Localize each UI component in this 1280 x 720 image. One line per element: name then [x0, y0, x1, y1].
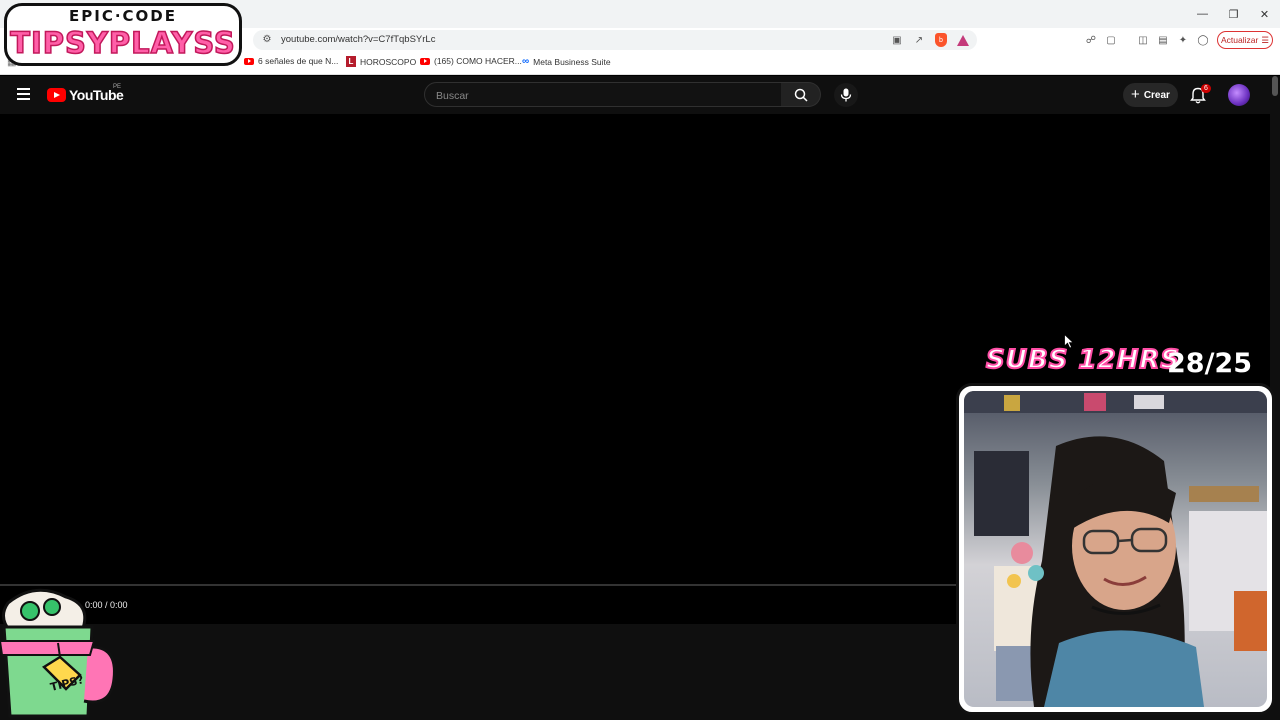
notification-badge: 6: [1201, 84, 1211, 93]
sidebar-icon[interactable]: ◫: [1136, 32, 1150, 48]
bookmark-item[interactable]: (165) COMO HACER...: [420, 56, 522, 66]
brave-rewards-icon[interactable]: [955, 32, 971, 48]
video-progress-bar[interactable]: [0, 584, 960, 586]
extensions-icon[interactable]: ☍: [1084, 32, 1098, 48]
cast-icon[interactable]: ▣: [889, 32, 905, 48]
stream-brand-logo: EPIC·CODE TIPSYPLAYSS: [4, 3, 242, 66]
wallet-icon[interactable]: ▤: [1156, 32, 1170, 48]
bookmark-label: Meta Business Suite: [533, 56, 611, 67]
vpn-icon[interactable]: ◯: [1196, 32, 1210, 48]
bookmark-item[interactable]: L HOROSCOPO: [346, 56, 416, 67]
window-controls: — ❐ ✕: [1187, 0, 1280, 28]
brand-name: TIPSYPLAYSS: [9, 25, 236, 61]
bookmark-label: (165) COMO HACER...: [434, 56, 522, 66]
screenshot-icon[interactable]: ▢: [1104, 32, 1118, 48]
youtube-favicon-icon: [420, 57, 430, 65]
brand-tagline: EPIC·CODE: [69, 7, 177, 25]
update-button[interactable]: Actualizar ☰: [1217, 31, 1273, 49]
search-input[interactable]: [434, 83, 768, 108]
close-icon[interactable]: ✕: [1249, 0, 1280, 28]
bookmark-item[interactable]: 6 señales de que N...: [244, 56, 338, 66]
site-settings-icon[interactable]: ⚙: [261, 34, 273, 46]
plus-icon: +: [1131, 86, 1140, 103]
search-box: [424, 82, 782, 108]
minimize-icon[interactable]: —: [1187, 0, 1218, 28]
subs-goal-label: SUBS 12HRS: [985, 344, 1181, 376]
brave-shields-icon[interactable]: b: [933, 32, 949, 48]
bookmark-item[interactable]: ∞ Meta Business Suite: [522, 56, 611, 67]
bookmark-label: 6 señales de que N...: [258, 56, 339, 66]
create-label: Crear: [1143, 89, 1170, 101]
menu-icon: ☰: [1261, 34, 1269, 45]
voice-search-button[interactable]: [834, 83, 858, 107]
region-code: PE: [113, 84, 122, 90]
microphone-icon: [840, 88, 852, 102]
share-icon[interactable]: ↗: [911, 32, 927, 48]
meta-favicon-icon: ∞: [522, 56, 530, 67]
youtube-logo[interactable]: YouTube: [47, 87, 124, 103]
scroll-thumb[interactable]: [1272, 76, 1278, 96]
update-label: Actualizar: [1221, 35, 1259, 45]
bookmark-label: HOROSCOPO: [360, 56, 417, 67]
mascot-mug-sticker: TIPS?: [0, 583, 118, 720]
hamburger-menu-icon[interactable]: [17, 88, 30, 100]
search-button[interactable]: [781, 82, 821, 107]
youtube-play-icon: [47, 88, 66, 102]
notifications-button[interactable]: 6: [1190, 84, 1211, 105]
url-text[interactable]: youtube.com/watch?v=C7fTqbSYrLc: [281, 33, 435, 47]
create-button[interactable]: + Crear: [1123, 83, 1178, 107]
horoscopo-favicon-icon: L: [346, 56, 356, 67]
search-icon: [794, 88, 808, 102]
youtube-favicon-icon: [244, 57, 254, 65]
webcam-frame: [956, 383, 1275, 715]
youtube-header: YouTube PE + Crear 6: [0, 76, 1270, 114]
address-bar[interactable]: ⚙ youtube.com/watch?v=C7fTqbSYrLc ▣ ↗ b: [253, 30, 977, 50]
leo-ai-icon[interactable]: ✦: [1176, 32, 1190, 48]
subs-goal-count: 28/25: [1167, 348, 1253, 379]
restore-icon[interactable]: ❐: [1218, 0, 1249, 28]
avatar[interactable]: [1228, 84, 1250, 106]
webcam-feed: [964, 391, 1267, 707]
